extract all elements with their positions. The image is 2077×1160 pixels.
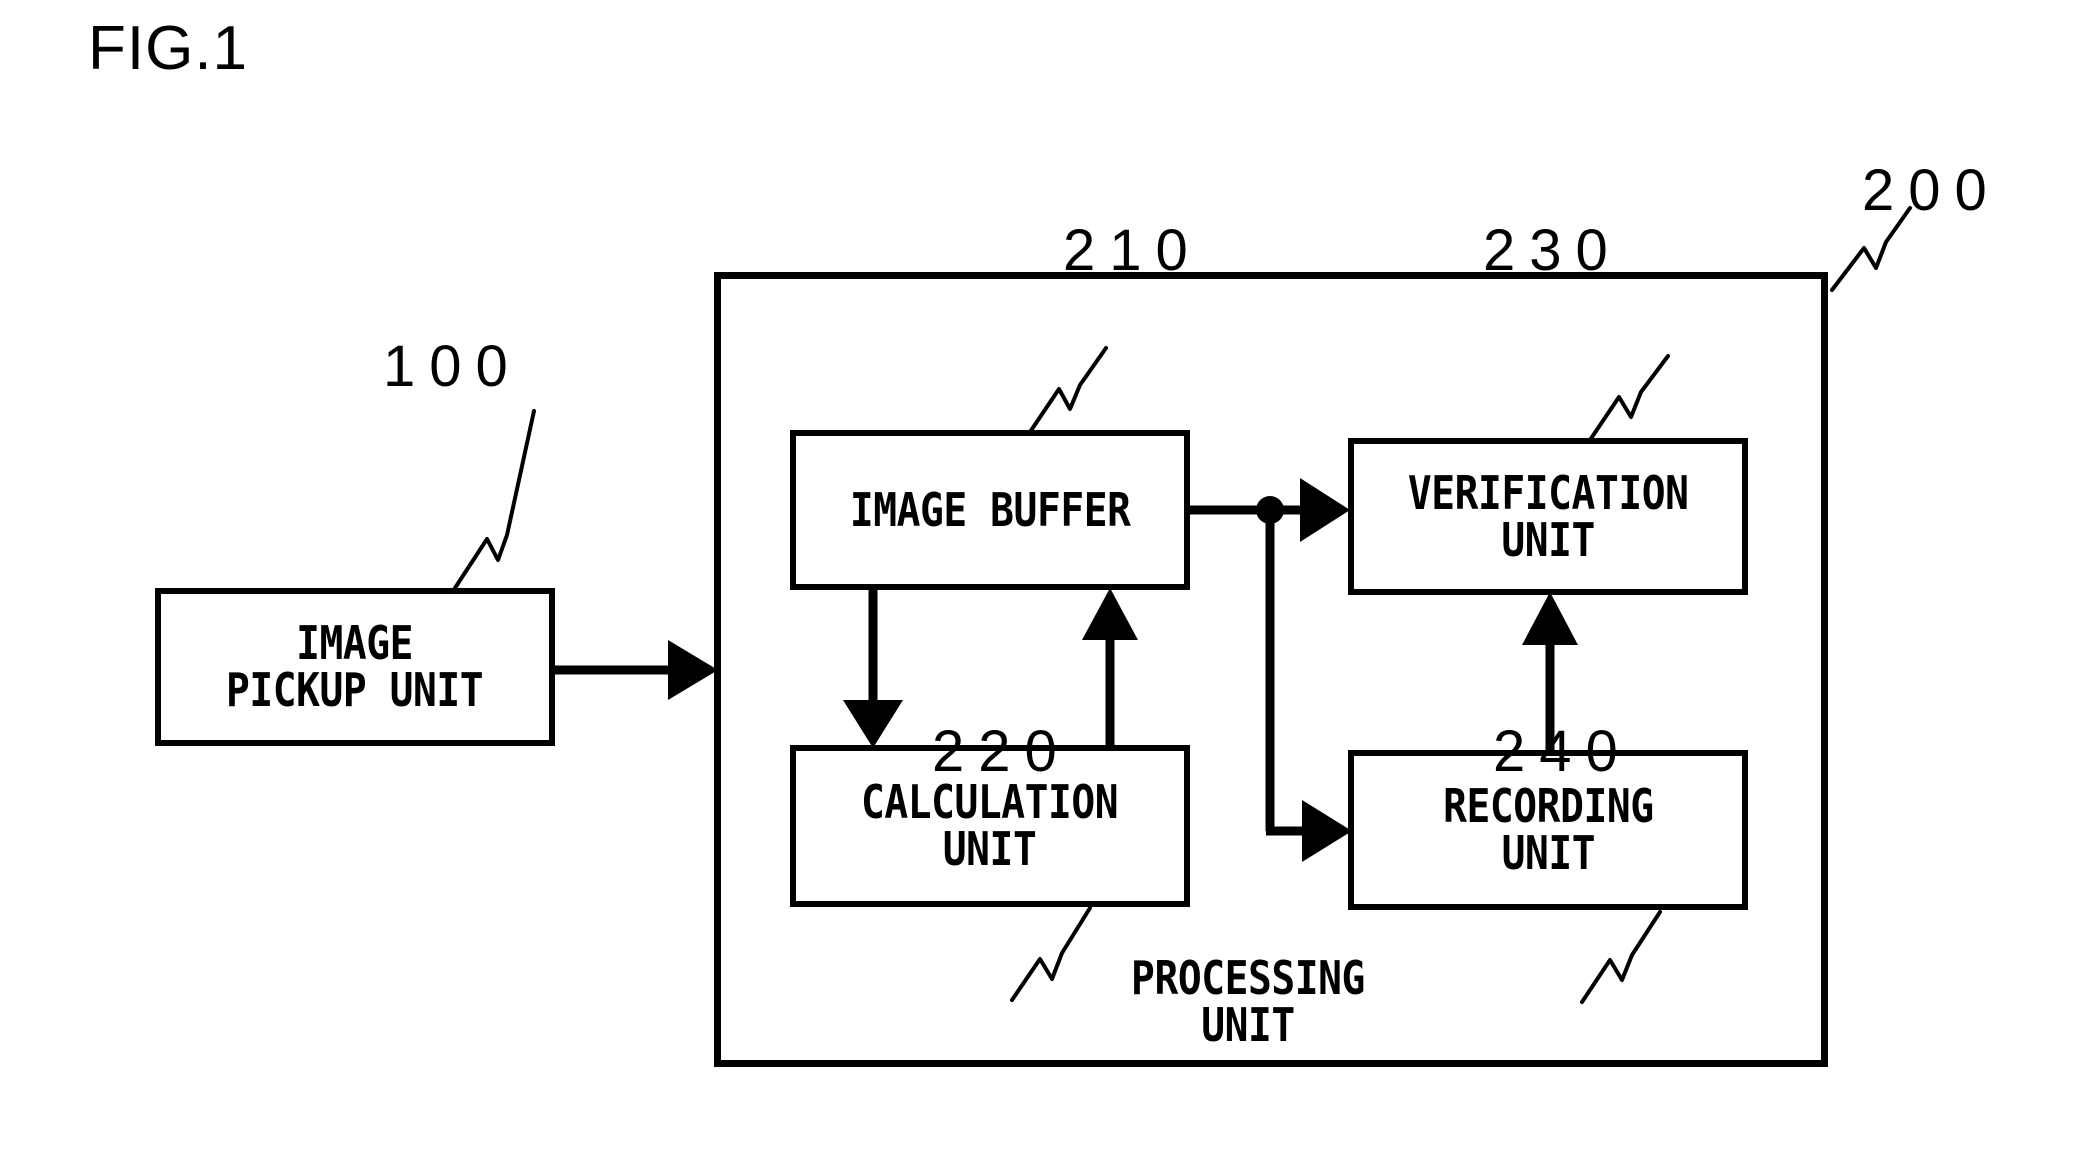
leader-line-100 (453, 409, 536, 590)
block-verification-unit-label: VERIFICATION UNIT (1407, 465, 1689, 567)
block-image-buffer-label: IMAGE BUFFER (849, 482, 1131, 537)
processing-unit-label: PROCESSING UNIT (1131, 951, 1365, 1052)
block-calculation-unit-label: CALCULATION UNIT (861, 775, 1119, 876)
page-title: FIG.1 (88, 14, 249, 83)
figure-canvas: FIG.1 PROCESSING UNIT IMAGE PICKUP UNIT … (0, 0, 2077, 1160)
block-verification-unit: VERIFICATION UNIT (1348, 438, 1748, 595)
block-image-buffer: IMAGE BUFFER (790, 430, 1190, 590)
block-image-pickup-unit-label: IMAGE PICKUP UNIT (226, 616, 484, 717)
reference-numeral-240: 240 (1493, 719, 1632, 784)
block-image-pickup-unit: IMAGE PICKUP UNIT (155, 588, 555, 746)
reference-numeral-200: 200 (1862, 158, 2001, 223)
reference-numeral-220: 220 (932, 719, 1071, 784)
arrow-pickup-to-processing (555, 640, 718, 700)
reference-numeral-230: 230 (1483, 218, 1622, 283)
block-recording-unit-label: RECORDING UNIT (1442, 779, 1654, 880)
reference-numeral-100: 100 (383, 334, 522, 399)
processing-unit-enclosure (714, 272, 1828, 1067)
reference-numeral-210: 210 (1063, 218, 1202, 283)
